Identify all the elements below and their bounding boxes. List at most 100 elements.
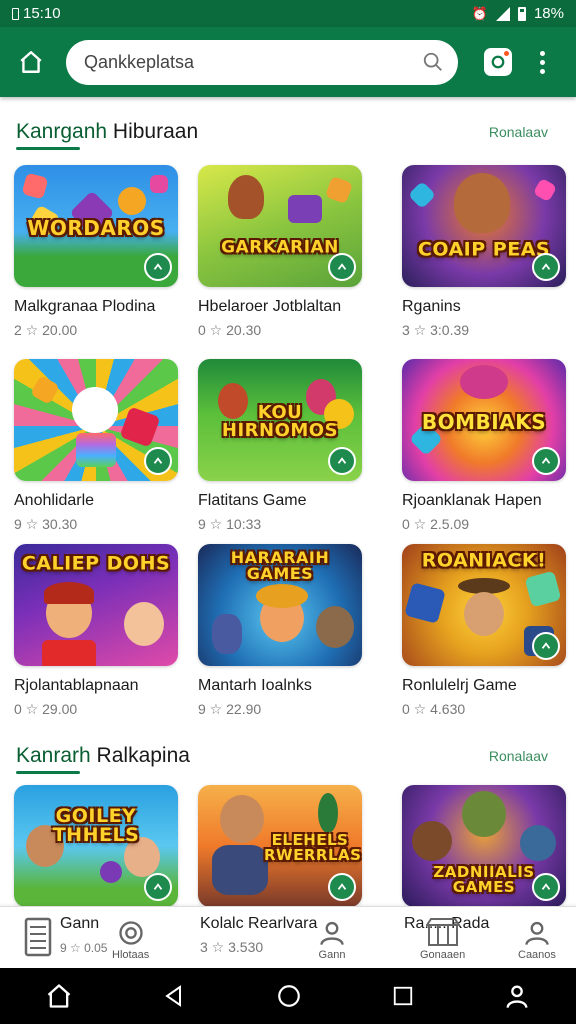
game-thumbnail[interactable]: GARKARIAN [198,165,362,287]
tab-label: Caanos [518,949,556,961]
game-card[interactable]: ZADNIIALIS GAMES [402,785,566,907]
gamepad-icon [541,457,551,464]
game-title[interactable]: Anohlidarle [14,492,178,510]
gamepad-icon [337,883,347,890]
target-icon [118,921,143,945]
game-thumbnail[interactable]: GOILEY THHELS [14,785,178,907]
thumbnail-title: GOILEY THHELS [52,805,140,847]
game-card[interactable]: CALIEP DOHS Rjolantablapnaan 0 ☆ 29.00 [14,544,178,718]
game-title[interactable]: Mantarh Ioalnks [198,677,362,695]
thumbnail-title: KOU HIRNOMOS [221,402,339,442]
game-meta: 9 ☆ 30.30 [14,516,78,532]
game-thumbnail[interactable]: WORDAROS [14,165,178,287]
play-button[interactable] [532,253,560,281]
home-icon [20,51,42,73]
recents-icon[interactable] [392,985,414,1007]
game-card[interactable]: Anohlidarle 9 ☆ 30.30 [14,359,178,533]
play-button[interactable] [144,447,172,475]
tab-store[interactable]: Gonaaen [420,917,465,961]
play-button[interactable] [328,873,356,901]
battery-percent: 18% [533,5,564,22]
status-time: 15:10 [23,5,61,22]
game-title: Kolalc Rearlvara [200,915,318,932]
thumbnail-title: HARARAIH GAMES [230,547,330,583]
play-button[interactable] [532,873,560,901]
camera-button[interactable] [484,48,512,76]
gamepad-icon [337,457,347,464]
game-card[interactable]: BOMBIAKS Rjoanklanak Hapen 0 ☆ 2.5.09 [402,359,566,533]
section-title: Kanrarh Ralkapina [16,744,190,767]
game-thumbnail[interactable]: ELEHELS RWERRLAS [198,785,362,907]
circle-home-icon[interactable] [276,983,302,1009]
game-card[interactable]: WORDAROS Malkgranaa Plodina 2 ☆ 20.00 [14,165,178,339]
tab-account[interactable]: Caanos [518,919,556,961]
play-button[interactable] [328,447,356,475]
game-thumbnail[interactable]: BOMBIAKS [402,359,566,481]
search-icon[interactable] [422,51,444,73]
thumbnail-title: BOMBIAKS [421,410,547,435]
game-title[interactable]: Flatitans Game [198,492,362,510]
see-all-link[interactable]: Ronalaav [489,124,548,140]
game-card[interactable]: KOU HIRNOMOS Flatitans Game 9 ☆ 10:33 [198,359,362,533]
game-card[interactable]: COAIP PEAS Rganins 3 ☆ 3:0.39 [402,165,566,339]
game-title[interactable]: Rjoanklanak Hapen [402,492,566,510]
tab-meta: 9 ☆ 0.05 [60,941,108,955]
tab-library[interactable] [24,917,52,957]
tab-home[interactable]: Hlotaas [112,919,149,961]
thumbnail-title: ROANIACK! [421,549,547,572]
game-thumbnail[interactable]: ROANIACK! [402,544,566,666]
game-title[interactable]: Rjolantablapnaan [14,677,178,695]
thumbnail-title: CALIEP DOHS [21,552,171,575]
game-thumbnail[interactable]: KOU HIRNOMOS [198,359,362,481]
section-underline [16,147,80,150]
game-title[interactable]: Malkgranaa Plodina [14,298,178,316]
back-icon[interactable] [162,984,186,1008]
home-button[interactable] [11,42,51,82]
tab-profile[interactable]: Gann [318,919,346,961]
game-title[interactable]: Rganins [402,298,566,316]
gamepad-icon [541,263,551,270]
search-bar[interactable]: Qankkeplatsa [66,39,458,85]
store-icon [425,918,460,946]
search-input[interactable]: Qankkeplatsa [84,52,194,73]
game-card[interactable]: GOILEY THHELS [14,785,178,907]
game-card[interactable]: HARARAIH GAMES Mantarh Ioalnks 9 ☆ 22.90 [198,544,362,718]
accessibility-icon[interactable] [503,982,531,1010]
play-button[interactable] [532,632,560,660]
game-thumbnail[interactable] [14,359,178,481]
game-meta: 3 ☆ 3:0.39 [402,322,470,338]
game-thumbnail[interactable]: HARARAIH GAMES [198,544,362,666]
game-title[interactable]: Hbelaroer Jotblaltan [198,298,362,316]
play-button[interactable] [144,873,172,901]
person-icon [320,921,344,946]
more-options-button[interactable] [538,50,546,74]
app-bar: Qankkeplatsa [0,27,576,97]
tab-label: Gonaaen [420,949,466,961]
gamepad-icon [337,263,347,270]
section-header-activities: Kanrarh Ralkapina Ronalaav [16,744,562,768]
see-all-link[interactable]: Ronalaav [489,748,548,764]
play-button[interactable] [532,447,560,475]
play-button[interactable] [328,253,356,281]
account-icon [525,921,549,946]
gamepad-icon [153,263,163,270]
game-card[interactable]: ELEHELS RWERRLAS [198,785,362,907]
gamepad-icon [541,642,551,649]
thumbnail-title: ELEHELS RWERRLAS [264,831,362,865]
play-button[interactable] [144,253,172,281]
game-thumbnail[interactable]: COAIP PEAS [402,165,566,287]
game-meta: 9 ☆ 22.90 [198,701,262,717]
game-card[interactable]: GARKARIAN Hbelaroer Jotblaltan 0 ☆ 20.30 [198,165,362,339]
game-thumbnail[interactable]: CALIEP DOHS [14,544,178,666]
thumbnail-title: WORDAROS [27,216,165,241]
section-underline [16,771,80,774]
tab-label: Gann [60,915,100,932]
game-meta: 3 ☆ 3.530 [200,939,264,955]
game-meta: 2 ☆ 20.00 [14,322,78,338]
game-card[interactable]: ROANIACK! Ronlulelrj Game 0 ☆ 4.630 [402,544,566,718]
home-icon[interactable] [45,982,73,1010]
status-bar: 15:10 ⏰ 18% [0,0,576,27]
game-thumbnail[interactable]: ZADNIIALIS GAMES [402,785,566,907]
section-header-entertainment: Kanrganh Hiburaan Ronalaav [16,120,562,144]
game-title[interactable]: Ronlulelrj Game [402,677,566,695]
